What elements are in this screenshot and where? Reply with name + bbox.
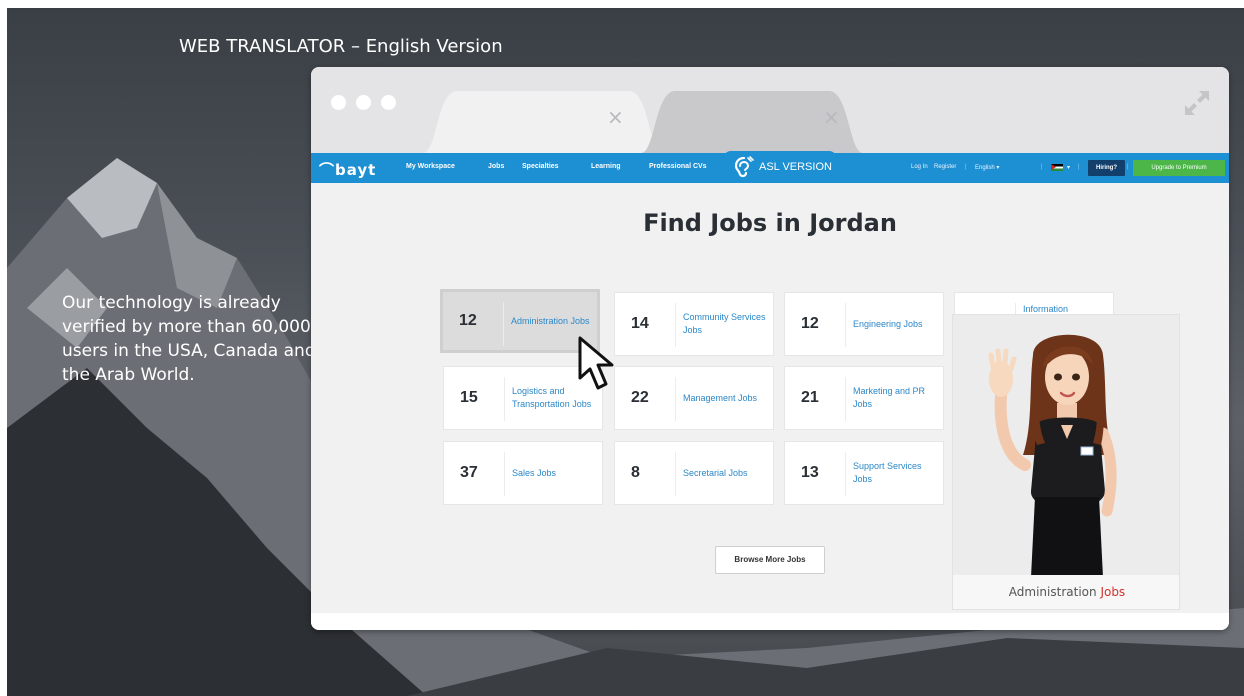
avatar-caption-highlight: Jobs	[1100, 585, 1126, 599]
job-category-link[interactable]: Support Services Jobs	[853, 442, 941, 504]
asl-version-tab[interactable]: ASL VERSION	[723, 151, 837, 183]
nav-my-workspace[interactable]: My Workspace	[406, 163, 455, 170]
job-category-card[interactable]: 12 Engineering Jobs	[784, 292, 944, 356]
card-divider	[675, 452, 676, 496]
close-tab-icon[interactable]: ×	[607, 105, 624, 129]
card-divider	[504, 377, 505, 421]
card-divider	[675, 303, 676, 347]
job-count: 14	[631, 315, 649, 332]
nav-divider: |	[965, 164, 967, 170]
job-category-card[interactable]: 37 Sales Jobs	[443, 441, 603, 505]
hiring-button[interactable]: Hiring?	[1088, 160, 1125, 176]
language-selector[interactable]: English ▾	[975, 164, 999, 171]
job-count: 15	[460, 389, 478, 406]
window-control-dot[interactable]	[331, 95, 346, 110]
job-category-card[interactable]: 21 Marketing and PR Jobs	[784, 366, 944, 430]
mouse-cursor-icon	[578, 336, 614, 390]
job-count: 12	[459, 312, 477, 329]
page-footer	[311, 613, 1229, 630]
jordan-flag-icon[interactable]	[1051, 164, 1063, 171]
ear-icon	[734, 156, 754, 178]
job-count: 37	[460, 464, 478, 481]
nav-learning[interactable]: Learning	[591, 163, 621, 170]
nav-specialties[interactable]: Specialties	[522, 163, 559, 170]
job-count: 13	[801, 464, 819, 481]
browse-more-jobs-button[interactable]: Browse More Jobs	[715, 546, 825, 574]
page-title: Find Jobs in Jordan	[643, 209, 897, 237]
job-category-link[interactable]: Management Jobs	[683, 367, 771, 429]
job-category-link[interactable]: Engineering Jobs	[853, 293, 941, 355]
card-divider	[845, 452, 846, 496]
window-control-dot[interactable]	[356, 95, 371, 110]
job-category-link[interactable]: Community Services Jobs	[683, 293, 771, 355]
card-divider	[503, 302, 504, 346]
nav-divider: |	[1127, 164, 1129, 170]
window-control-dot[interactable]	[381, 95, 396, 110]
asl-version-label: ASL VERSION	[759, 161, 832, 173]
register-link[interactable]: Register	[934, 164, 956, 170]
slide-title: WEB TRANSLATOR – English Version	[179, 36, 503, 57]
job-category-link[interactable]: Secretarial Jobs	[683, 442, 771, 504]
sign-language-avatar-panel: Administration Jobs	[952, 314, 1180, 610]
job-count: 22	[631, 389, 649, 406]
slide-body-text: Our technology is already verified by mo…	[62, 293, 316, 385]
bayt-logo[interactable]: ⌒bayt	[319, 159, 376, 180]
job-category-card[interactable]: 8 Secretarial Jobs	[614, 441, 774, 505]
card-divider	[504, 452, 505, 496]
browser-tab-active[interactable]	[423, 91, 663, 153]
job-category-link[interactable]: Sales Jobs	[512, 442, 600, 504]
nav-divider: |	[1041, 164, 1043, 170]
avatar-caption: Administration Jobs	[953, 575, 1179, 609]
job-category-card[interactable]: 22 Management Jobs	[614, 366, 774, 430]
avatar-caption-text: Administration	[1008, 585, 1097, 599]
card-divider	[675, 377, 676, 421]
bayt-navbar: ⌒bayt My Workspace Jobs Specialties Lear…	[311, 151, 1229, 183]
nav-jobs[interactable]: Jobs	[488, 163, 504, 170]
login-link[interactable]: Log In	[911, 164, 928, 170]
job-category-card[interactable]: 14 Community Services Jobs	[614, 292, 774, 356]
country-selector-caret[interactable]: ▾	[1067, 164, 1070, 171]
close-tab-icon[interactable]: ×	[823, 105, 840, 129]
card-divider	[845, 303, 846, 347]
job-category-card[interactable]: 13 Support Services Jobs	[784, 441, 944, 505]
upgrade-premium-button[interactable]: Upgrade to Premium	[1133, 160, 1225, 176]
job-category-link[interactable]: Marketing and PR Jobs	[853, 367, 941, 429]
expand-arrows-icon[interactable]	[1181, 87, 1213, 119]
job-count: 8	[631, 464, 640, 481]
sign-language-avatar	[988, 334, 1117, 597]
card-divider	[845, 377, 846, 421]
job-count: 12	[801, 315, 819, 332]
browser-chrome: × ×	[311, 67, 1229, 153]
nav-professional-cvs[interactable]: Professional CVs	[649, 163, 707, 170]
job-count: 21	[801, 389, 819, 406]
nav-divider: |	[1078, 164, 1080, 170]
